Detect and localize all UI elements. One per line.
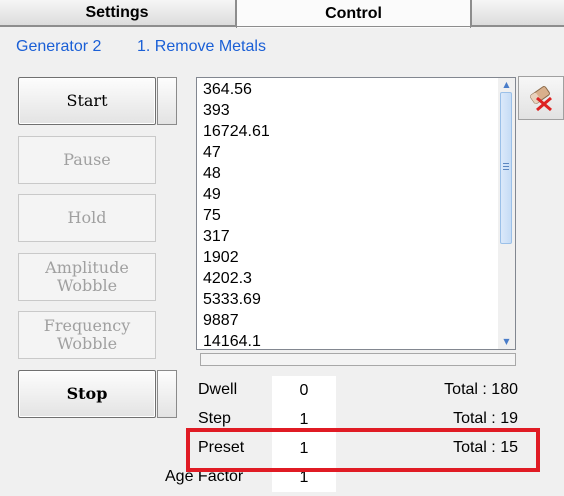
step-label: Step: [198, 410, 231, 427]
step-total: Total : 19: [453, 410, 518, 427]
tab-settings[interactable]: Settings: [0, 0, 236, 26]
start-button[interactable]: Start: [18, 77, 156, 125]
list-item[interactable]: 75: [203, 205, 221, 226]
frequency-wobble-button[interactable]: Frequency Wobble: [18, 311, 156, 359]
list-item[interactable]: 48: [203, 163, 221, 184]
scroll-down-icon[interactable]: ▼: [498, 335, 515, 349]
process-step-label: 1. Remove Metals: [137, 38, 266, 55]
list-item[interactable]: 317: [203, 226, 230, 247]
stop-dropdown-button[interactable]: [157, 370, 177, 418]
amplitude-wobble-button[interactable]: Amplitude Wobble: [18, 253, 156, 301]
scroll-thumb[interactable]: [500, 92, 512, 244]
hold-button[interactable]: Hold: [18, 194, 156, 242]
list-item[interactable]: 4202.3: [203, 268, 252, 289]
list-item[interactable]: 393: [203, 100, 230, 121]
list-item[interactable]: 47: [203, 142, 221, 163]
list-vertical-scrollbar[interactable]: ▲ ▼: [498, 78, 515, 349]
tab-control[interactable]: Control: [236, 0, 471, 28]
values-list[interactable]: 364.56 393 16724.61 47 48 49 75 317 1902 4202.3 53…: [196, 77, 516, 350]
dwell-label: Dwell: [198, 381, 238, 398]
dwell-total: Total : 180: [444, 381, 518, 398]
stop-button[interactable]: Stop: [18, 370, 156, 418]
list-item[interactable]: 16724.61: [203, 121, 270, 142]
list-item[interactable]: 49: [203, 184, 221, 205]
start-dropdown-button[interactable]: [157, 77, 177, 125]
clear-list-button[interactable]: [518, 76, 564, 120]
pause-button[interactable]: Pause: [18, 136, 156, 184]
dwell-value: 0: [272, 376, 336, 405]
preset-highlight-box: [186, 428, 540, 472]
list-horizontal-scrollbar[interactable]: [200, 353, 516, 366]
list-item[interactable]: 364.56: [203, 79, 252, 100]
list-item[interactable]: 1902: [203, 247, 239, 268]
list-item[interactable]: 5333.69: [203, 289, 261, 310]
scroll-up-icon[interactable]: ▲: [498, 78, 515, 92]
list-item[interactable]: 9887: [203, 310, 239, 331]
tab-overflow[interactable]: [471, 0, 564, 26]
eraser-icon: [530, 86, 552, 112]
generator-label: Generator 2: [16, 38, 102, 55]
list-item[interactable]: 14164.1: [203, 331, 261, 349]
